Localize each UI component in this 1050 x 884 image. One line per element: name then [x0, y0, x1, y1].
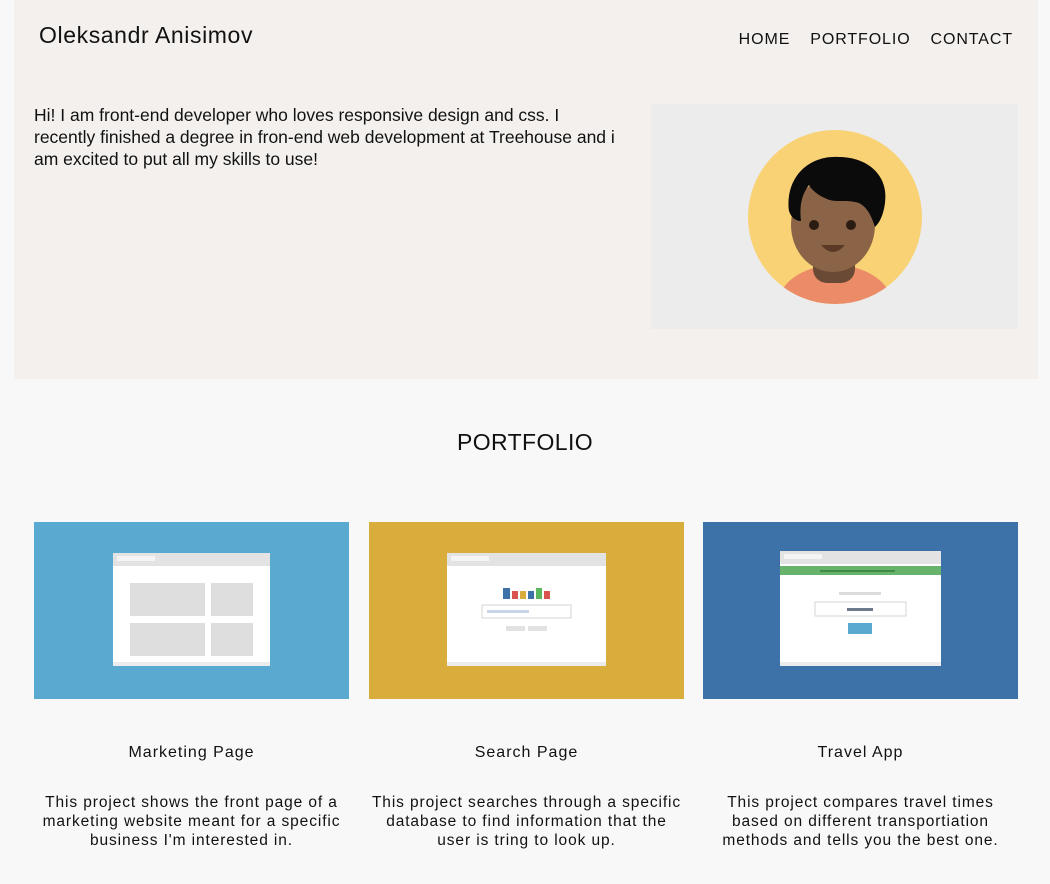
nav-portfolio[interactable]: PORTFOLIO — [810, 31, 910, 49]
hero-section: Oleksandr Anisimov HOME PORTFOLIO CONTAC… — [14, 0, 1038, 379]
nav-contact[interactable]: CONTACT — [931, 31, 1013, 49]
main-nav: HOME PORTFOLIO CONTACT — [739, 31, 1013, 49]
travel-app-icon — [780, 551, 941, 666]
project-description: This project shows the front page of a m… — [42, 794, 341, 849]
project-card: Marketing Page This project shows the fr… — [34, 522, 349, 849]
site-brand[interactable]: Oleksandr Anisimov — [39, 22, 253, 49]
avatar-panel — [651, 104, 1018, 329]
project-title[interactable]: Search Page — [369, 744, 684, 762]
portfolio-title: PORTFOLIO — [456, 429, 594, 455]
project-thumbnail-travel[interactable] — [703, 522, 1018, 699]
project-title[interactable]: Travel App — [703, 744, 1018, 762]
page: Oleksandr Anisimov HOME PORTFOLIO CONTAC… — [0, 0, 1050, 884]
nav-home[interactable]: HOME — [739, 31, 791, 49]
project-title[interactable]: Marketing Page — [34, 744, 349, 762]
project-description: This project searches through a specific… — [371, 794, 682, 849]
project-thumbnail-marketing[interactable] — [34, 522, 349, 699]
project-card: Search Page This project searches throug… — [369, 522, 684, 849]
project-thumbnail-search[interactable] — [369, 522, 684, 699]
intro-text: Hi! I am front-end developer who loves r… — [34, 105, 615, 169]
search-page-icon — [447, 553, 606, 666]
person-avatar-icon — [748, 130, 922, 304]
project-description: This project compares travel times based… — [722, 794, 999, 849]
marketing-layout-icon — [113, 553, 270, 666]
project-card: Travel App This project compares travel … — [703, 522, 1018, 849]
